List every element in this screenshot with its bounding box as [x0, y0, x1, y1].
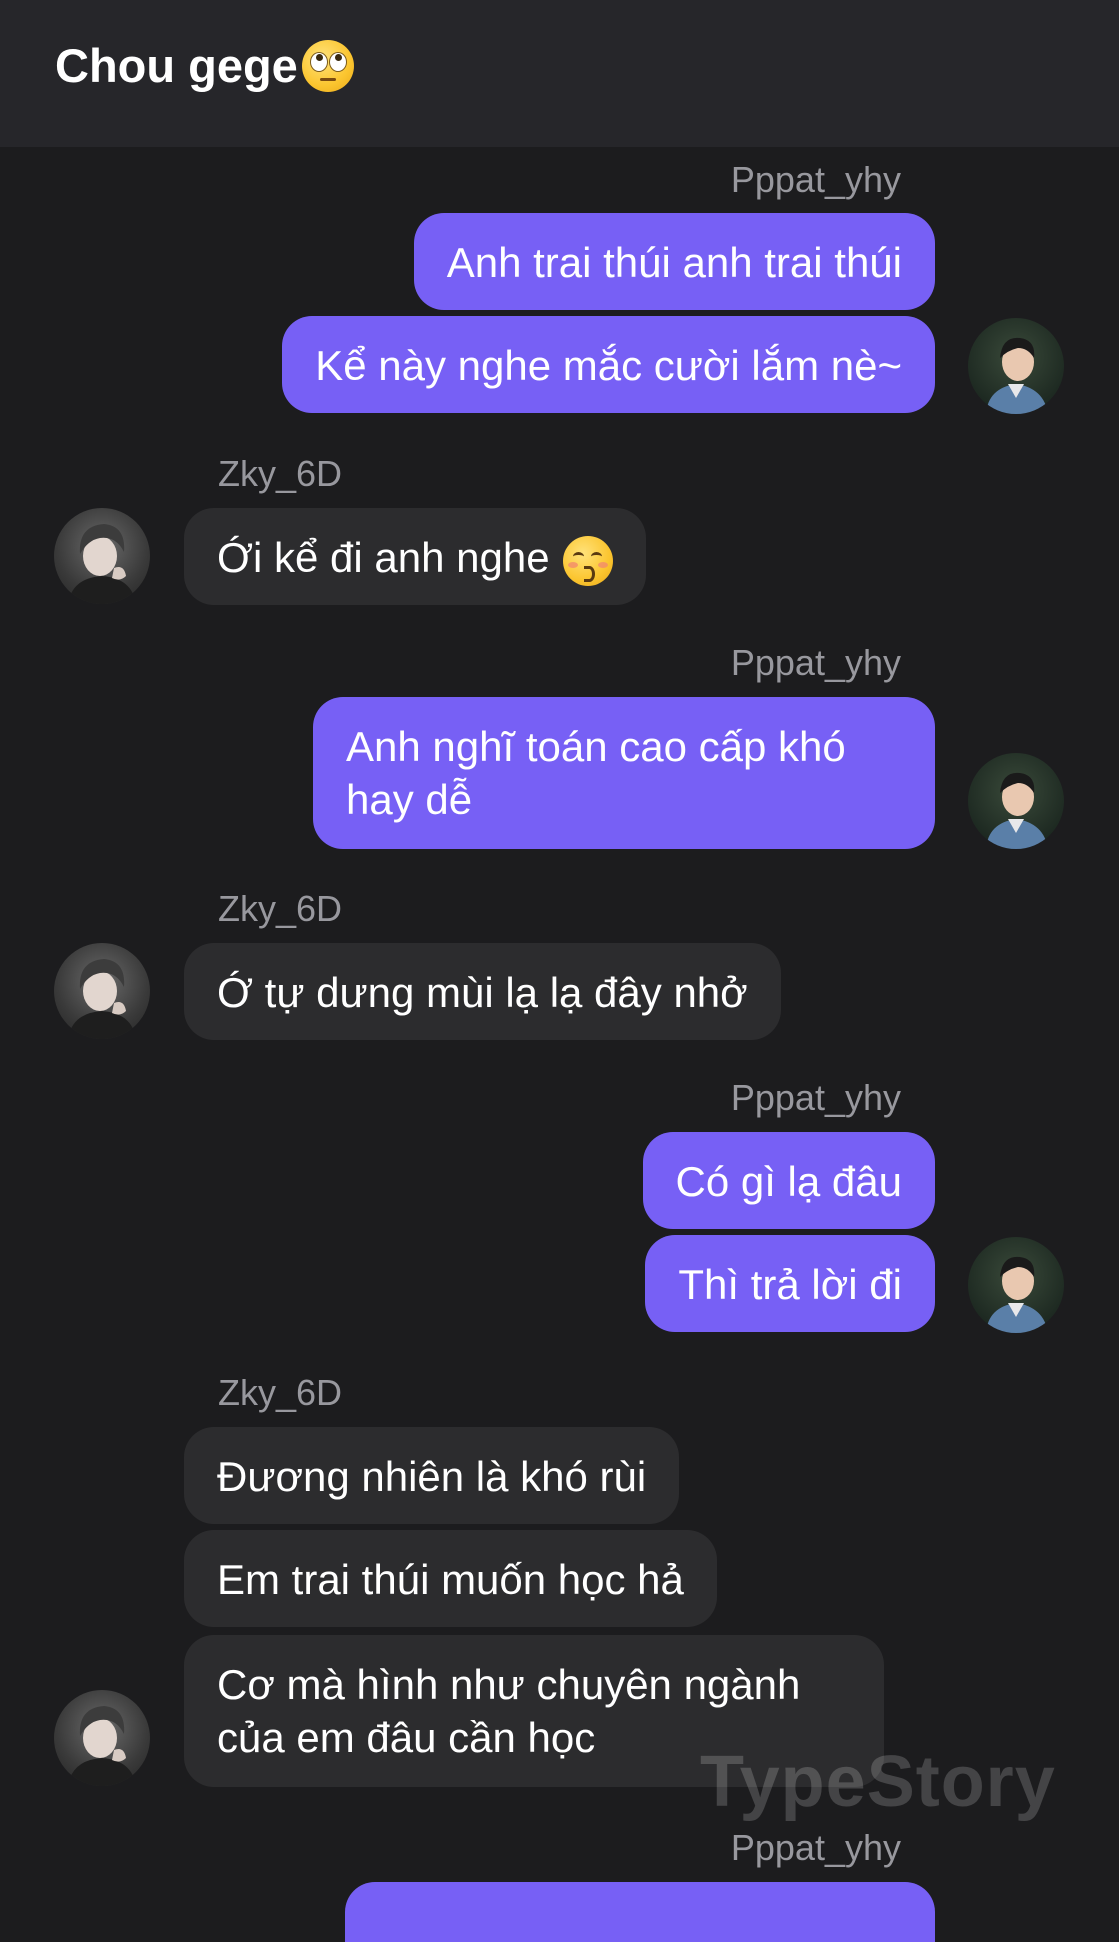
message-bubble-received[interactable]: Ớ tự dưng mùi lạ lạ đây nhở — [184, 943, 781, 1040]
message-text: Kể này nghe mắc cười lắm nè~ — [315, 342, 902, 389]
avatar-me[interactable] — [968, 318, 1064, 414]
message-bubble-sent-partial[interactable] — [345, 1882, 935, 1942]
chat-title[interactable]: Chou gege — [55, 38, 354, 94]
message-text: Anh trai thúi anh trai thúi — [446, 239, 902, 286]
sender-name-me: Pppat_yhy — [730, 1077, 901, 1118]
chat-header: Chou gege — [0, 0, 1119, 147]
message-bubble-sent[interactable]: Có gì lạ đâu — [642, 1132, 935, 1229]
sender-name-them: Zky_6D — [218, 888, 343, 929]
avatar-them[interactable] — [54, 508, 150, 604]
message-text: Có gì lạ đâu — [675, 1158, 903, 1205]
message-bubble-sent[interactable]: Anh trai thúi anh trai thúi — [413, 213, 935, 310]
sender-name-me: Pppat_yhy — [730, 159, 901, 200]
message-text: Thì trả lời đi — [678, 1261, 902, 1308]
message-text: Em trai thúi muốn học hả — [217, 1556, 684, 1603]
sender-name-me: Pppat_yhy — [730, 642, 901, 683]
avatar-me[interactable] — [968, 1237, 1064, 1333]
message-text: Ới kể đi anh nghe — [217, 534, 550, 581]
message-bubble-received[interactable]: Đương nhiên là khó rùi — [184, 1427, 680, 1524]
message-text: Anh nghĩ toán cao cấp khó hay dễ — [346, 723, 846, 823]
message-bubble-sent[interactable]: Kể này nghe mắc cười lắm nè~ — [282, 316, 935, 413]
sender-name-them: Zky_6D — [218, 1372, 343, 1413]
sender-name-me: Pppat_yhy — [730, 1827, 901, 1868]
rolling-eyes-emoji-icon — [301, 40, 354, 92]
avatar-me[interactable] — [968, 753, 1064, 849]
chat-title-text: Chou gege — [55, 39, 298, 92]
sender-name-them: Zky_6D — [218, 453, 343, 494]
avatar-them[interactable] — [54, 943, 150, 1039]
message-bubble-sent[interactable]: Anh nghĩ toán cao cấp khó hay dễ — [313, 697, 935, 849]
message-text: Đương nhiên là khó rùi — [217, 1453, 647, 1500]
typestory-watermark: TypeStory — [700, 1742, 1056, 1822]
message-bubble-received[interactable]: Ới kể đi anh nghe — [184, 508, 647, 605]
message-bubble-sent[interactable]: Thì trả lời đi — [645, 1235, 935, 1332]
message-text: Ớ tự dưng mùi lạ lạ đây nhở — [217, 969, 748, 1016]
message-bubble-received[interactable]: Em trai thúi muốn học hả — [184, 1530, 717, 1627]
kissing-face-emoji-icon — [563, 535, 614, 586]
avatar-them[interactable] — [54, 1690, 150, 1786]
